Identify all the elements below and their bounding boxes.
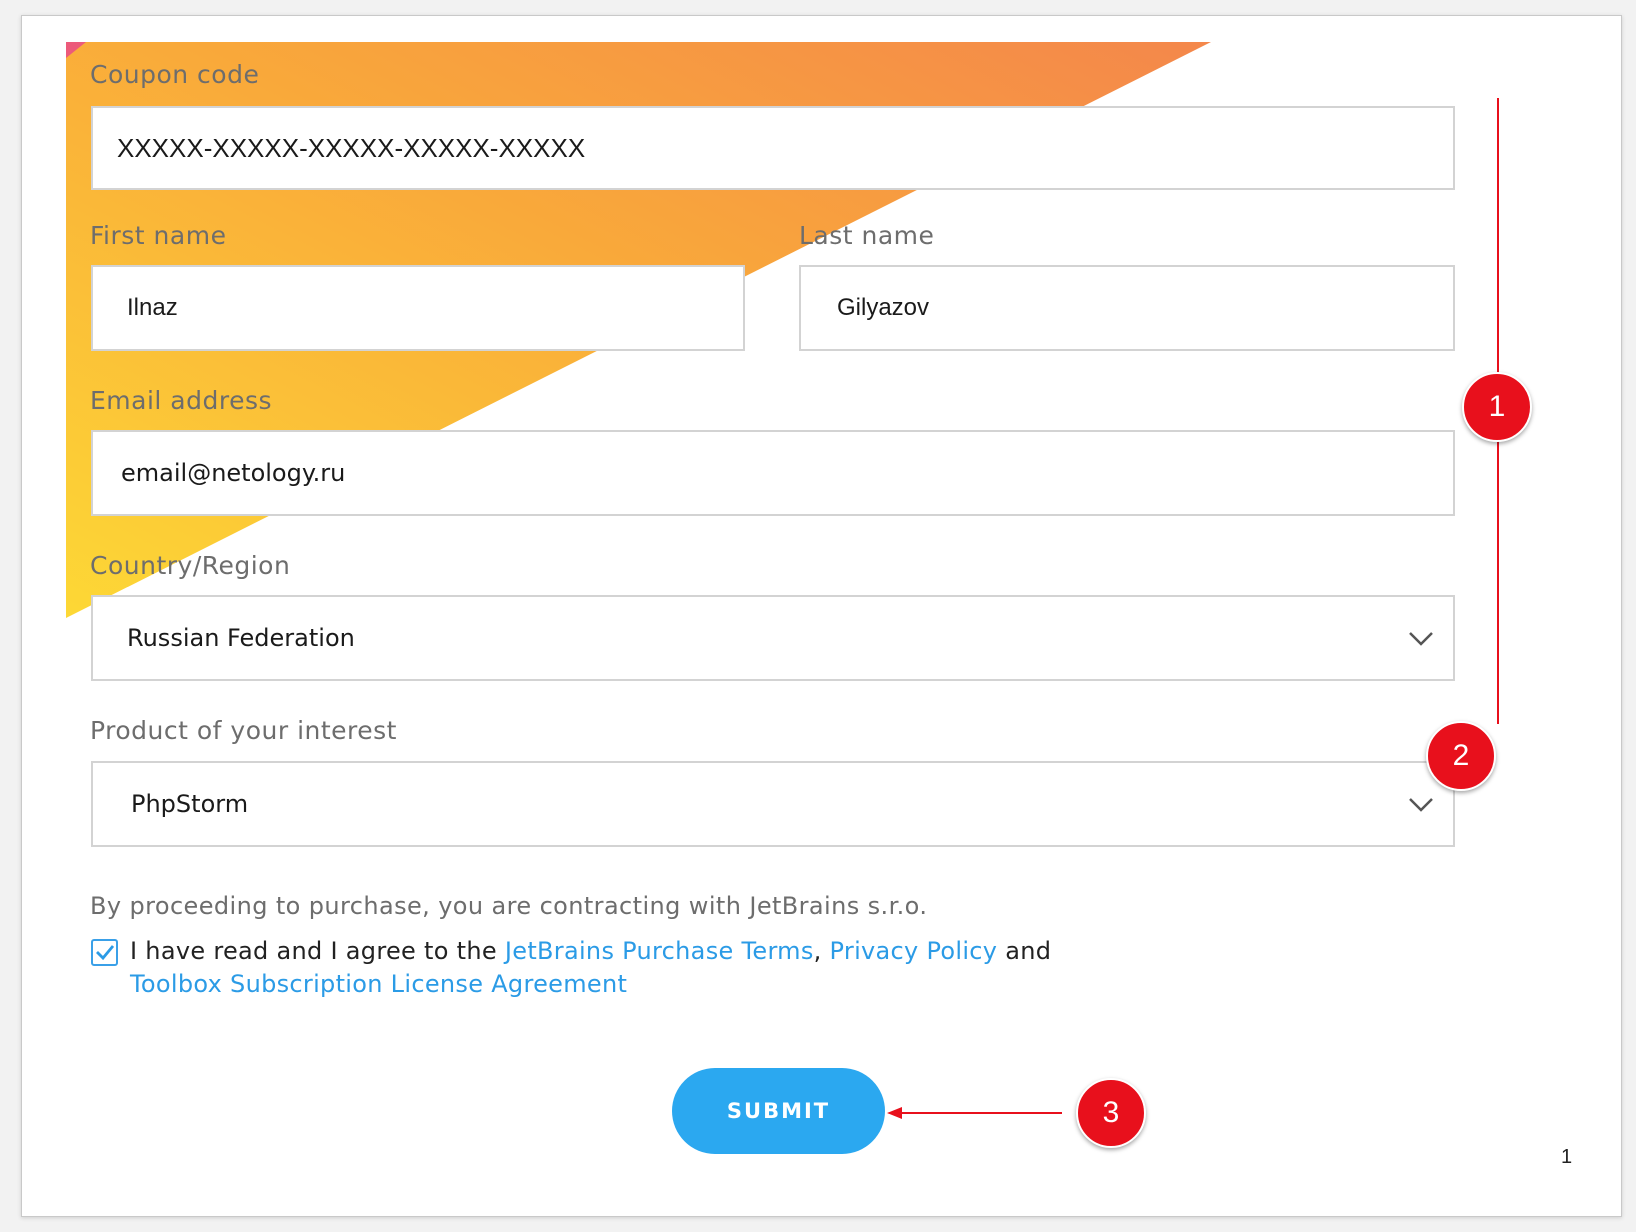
annotation-lines — [887, 98, 1499, 1119]
annotation-badge-1: 1 — [1462, 372, 1532, 442]
page-number: 1 — [1561, 1146, 1573, 1168]
annotation-badge-3: 3 — [1076, 1078, 1146, 1148]
form-page: Coupon code XXXXX-XXXXX-XXXXX-XXXXX-XXXX… — [21, 15, 1622, 1217]
annotation-badge-2: 2 — [1426, 721, 1496, 791]
